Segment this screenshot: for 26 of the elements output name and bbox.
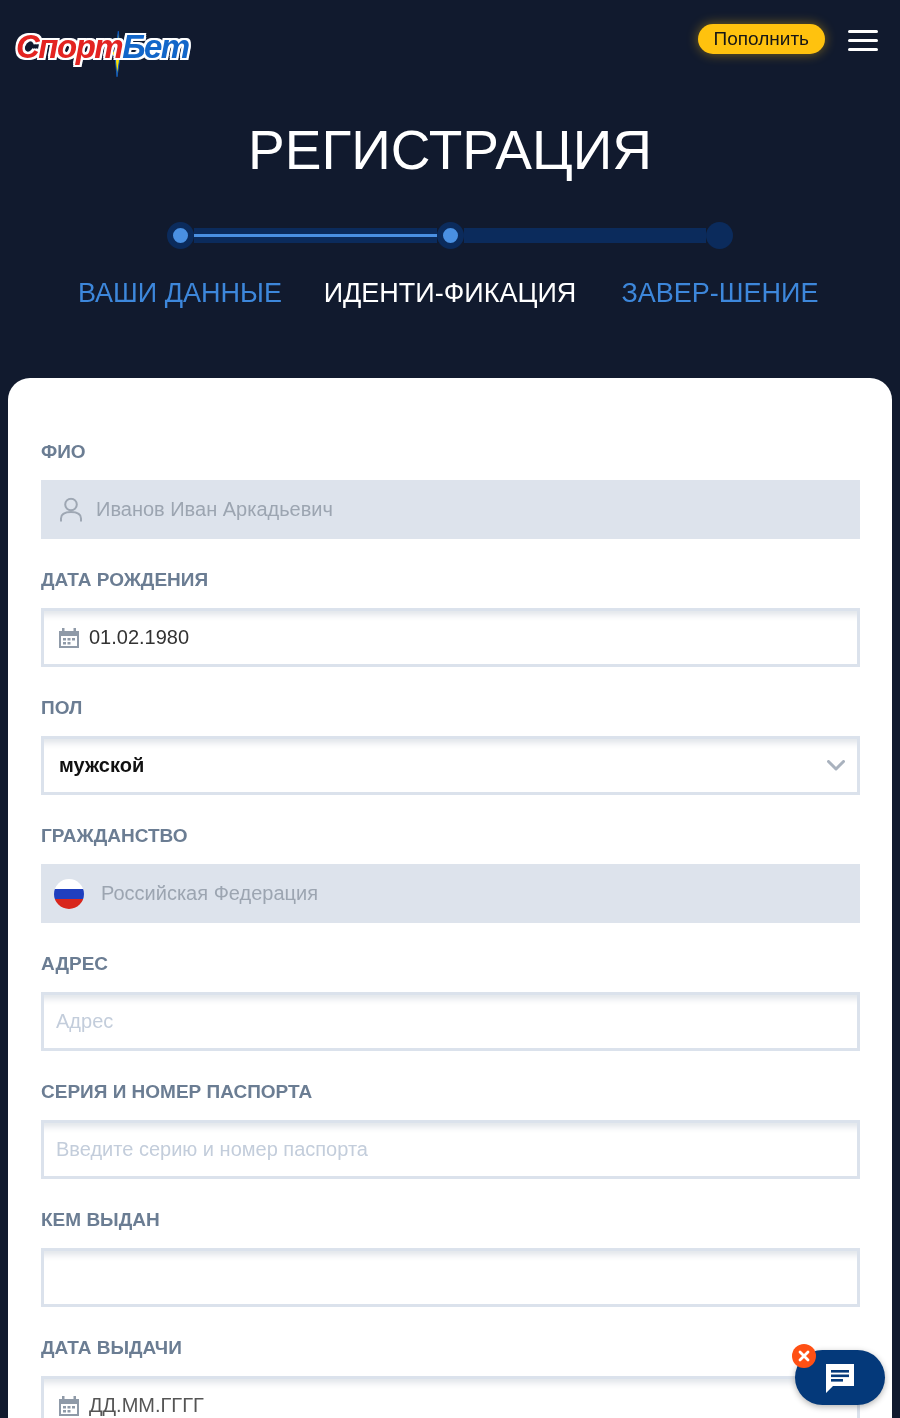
- flag-icon: [54, 878, 84, 909]
- page-title: РЕГИСТРАЦИЯ: [248, 118, 652, 182]
- field-label: СЕРИЯ И НОМЕР ПАСПОРТА: [41, 1080, 313, 1104]
- field-label: ГРАЖДАНСТВО: [41, 824, 188, 848]
- select-field[interactable]: мужской: [41, 736, 860, 795]
- calendar-icon: [59, 627, 79, 648]
- close-icon[interactable]: [792, 1344, 816, 1368]
- chevron-down-icon: [827, 760, 845, 771]
- field-label: ФИО: [41, 440, 86, 464]
- calendar-icon: [59, 1395, 79, 1416]
- deposit-button[interactable]: Пополнить: [697, 24, 825, 54]
- field-label: АДРЕС: [41, 952, 109, 976]
- input-field[interactable]: Введите серию и номер паспорта: [41, 1120, 860, 1179]
- field-label: КЕМ ВЫДАН: [41, 1208, 160, 1232]
- user-icon: [60, 497, 82, 522]
- menu-icon[interactable]: [848, 30, 878, 51]
- field-label: ДАТА РОЖДЕНИЯ: [41, 568, 209, 592]
- input-field[interactable]: 01.02.1980: [41, 608, 860, 667]
- field-label: ДАТА ВЫДАЧИ: [41, 1336, 182, 1360]
- step-label: ИДЕНТИ-ФИКАЦИЯ: [323, 277, 577, 310]
- field-label: ПОЛ: [41, 696, 83, 720]
- step-label: ВАШИ ДАННЫЕ: [78, 277, 282, 310]
- input-field[interactable]: Адрес: [41, 992, 860, 1051]
- step-label: ЗАВЕР-ШЕНИЕ: [621, 277, 819, 310]
- input-field[interactable]: [41, 1248, 860, 1307]
- chat-icon: [824, 1361, 856, 1394]
